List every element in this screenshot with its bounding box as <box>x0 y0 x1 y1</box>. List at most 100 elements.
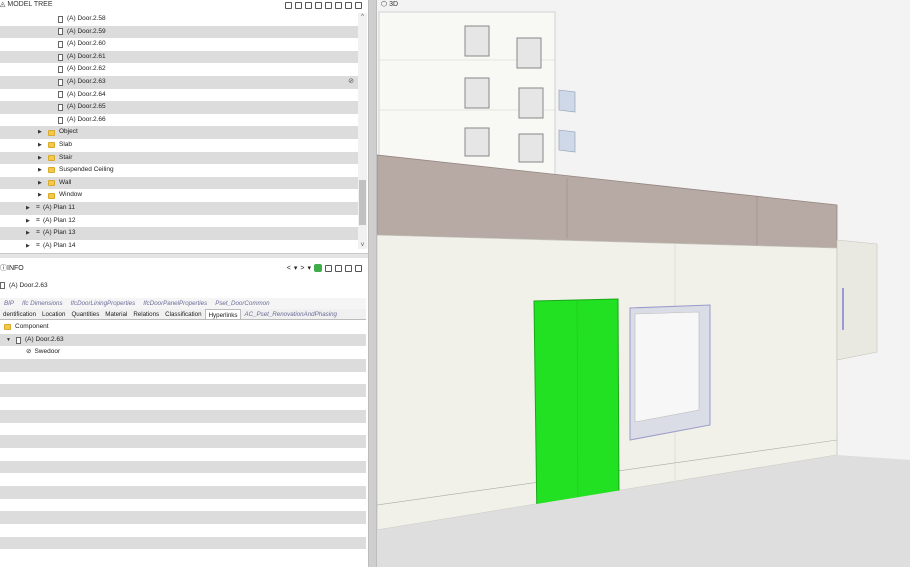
tree-item-label: (A) Door.2.64 <box>67 90 106 98</box>
tree-item[interactable]: ▶ Stair <box>0 151 358 165</box>
property-tab[interactable]: AC_Pset_RenovationAndPhasing <box>241 309 340 319</box>
info-row <box>0 460 366 474</box>
property-tab[interactable]: Hyperlinks <box>204 309 242 319</box>
tree-item-label: (A) Door.2.63 <box>67 77 106 85</box>
info-row-label: (A) Door.2.63 <box>25 335 64 343</box>
door-icon <box>58 53 63 61</box>
property-tab[interactable]: Pset_DoorCommon <box>211 298 273 309</box>
door-icon <box>58 28 63 36</box>
tree-item[interactable]: (A) Door.2.61 <box>0 50 358 64</box>
back-arrow-icon[interactable]: < <box>287 265 291 272</box>
highlight-icon[interactable] <box>314 264 322 272</box>
expand-arrow-icon[interactable]: ▶ <box>26 240 34 249</box>
info-save-icon[interactable] <box>325 264 332 272</box>
tree-item[interactable]: (A) Door.2.66 <box>0 114 358 127</box>
tree-item[interactable]: ▶ ⌗ (A) Plan 12 <box>0 215 358 228</box>
info-window-icon[interactable] <box>355 264 362 272</box>
tree-item-label: Suspended Ceiling <box>59 166 114 174</box>
door-icon <box>0 281 5 289</box>
tree-item-label: (A) Plan 14 <box>42 241 76 249</box>
3d-scene[interactable] <box>377 0 910 567</box>
door-icon <box>58 40 63 48</box>
property-tab[interactable]: BIP <box>0 298 18 309</box>
tree-item[interactable]: ▶ Object <box>0 126 358 139</box>
tree-layers-icon[interactable] <box>305 1 312 9</box>
info-row <box>0 359 366 372</box>
tree-item[interactable]: ▶ ⌗ (A) Plan 11 <box>0 201 358 215</box>
forward-arrow-icon[interactable]: > <box>300 265 304 272</box>
viewport-title: 3D <box>389 1 399 8</box>
expand-arrow-icon[interactable]: ▶ <box>38 139 46 152</box>
expand-arrow-icon[interactable]: ▶ <box>26 215 34 228</box>
tower-window <box>518 87 544 119</box>
tree-delete2-icon[interactable] <box>335 1 342 9</box>
info-minus-icon[interactable] <box>335 264 342 272</box>
info-row[interactable]: ⊘ Swedoor <box>0 346 366 359</box>
expand-arrow-icon[interactable]: ▶ <box>38 189 46 202</box>
property-tab[interactable]: Quantities <box>68 309 102 319</box>
tree-item[interactable]: (A) Door.2.63 ⊘ <box>0 75 358 89</box>
tree-item[interactable]: (A) Door.2.65 <box>0 101 358 114</box>
tree-panel-icon: ◬ <box>0 1 6 8</box>
tree-item[interactable]: ▶ Window <box>0 189 358 202</box>
scrollbar-thumb[interactable] <box>359 180 366 225</box>
tree-link-icon[interactable] <box>315 1 322 9</box>
tree-item-label: (A) Plan 13 <box>42 229 76 237</box>
tree-item[interactable]: ▶ Wall <box>0 176 358 190</box>
tree-sort-icon[interactable] <box>295 1 302 9</box>
panel-divider[interactable] <box>0 253 368 258</box>
dropdown-arrow-icon-2[interactable]: ▾ <box>307 264 311 272</box>
door-icon <box>58 66 63 74</box>
expand-arrow-icon[interactable]: ▶ <box>38 152 46 165</box>
tree-filter-icon[interactable] <box>285 1 292 9</box>
info-row[interactable]: Component <box>0 321 366 334</box>
tree-delete-icon[interactable] <box>325 1 332 9</box>
expand-arrow-icon[interactable]: ▶ <box>38 126 46 139</box>
tree-item[interactable]: (A) Door.2.60 <box>0 38 358 51</box>
info-list: Component ▼ (A) Door.2.63 ⊘ Swedoor <box>0 321 366 561</box>
info-row <box>0 549 366 561</box>
balcony <box>558 89 576 113</box>
tree-item-label: Stair <box>59 153 73 161</box>
property-tab[interactable]: Classification <box>162 309 204 319</box>
property-tab[interactable]: Material <box>102 309 130 319</box>
info-row[interactable]: ▼ (A) Door.2.63 <box>0 333 366 347</box>
expand-arrow-icon[interactable]: ▶ <box>26 227 34 240</box>
info-copy-icon[interactable] <box>345 264 352 272</box>
tree-item[interactable]: (A) Door.2.62 <box>0 63 358 76</box>
tower-window <box>464 25 490 57</box>
tree-item-label: Window <box>59 191 83 199</box>
tree-item[interactable]: ▶ ⌗ (A) Plan 14 <box>0 240 358 249</box>
tower-window <box>516 37 542 69</box>
property-tab[interactable]: IfcDoorPanelProperties <box>139 298 211 309</box>
tree-item[interactable]: ▶ Suspended Ceiling <box>0 164 358 177</box>
property-tab[interactable]: dentification <box>0 309 39 319</box>
tree-delete3-icon[interactable] <box>345 1 352 9</box>
property-tab[interactable]: Location <box>39 309 68 319</box>
model-tree-scrollbar[interactable]: ^ v <box>358 13 367 249</box>
viewport-3d[interactable]: ⬡ 3D <box>377 0 910 567</box>
cube-icon: ⬡ <box>381 1 388 8</box>
tree-item[interactable]: (A) Door.2.59 <box>0 25 358 39</box>
tree-window-icon[interactable] <box>355 1 362 9</box>
property-tab[interactable]: Ifc Dimensions <box>18 298 67 309</box>
scroll-up-icon[interactable]: ^ <box>359 13 366 21</box>
scroll-down-icon[interactable]: v <box>359 241 366 249</box>
property-tab[interactable]: Relations <box>130 309 162 319</box>
tree-item[interactable]: (A) Door.2.64 <box>0 89 358 102</box>
expand-arrow-icon[interactable]: ▶ <box>38 177 46 190</box>
expand-arrow-icon[interactable]: ▶ <box>38 164 46 177</box>
tree-item[interactable]: (A) Door.2.58 <box>0 13 358 26</box>
tree-item-label: Wall <box>59 178 72 186</box>
panel-splitter[interactable] <box>368 0 377 567</box>
property-tab[interactable]: IfcDoorLiningProperties <box>67 298 140 309</box>
collapse-arrow-icon[interactable]: ▼ <box>6 334 14 347</box>
tree-item[interactable]: ▶ Slab <box>0 139 358 152</box>
plan-icon: ⌗ <box>36 241 40 249</box>
dropdown-arrow-icon[interactable]: ▾ <box>294 264 298 272</box>
expand-arrow-icon[interactable]: ▶ <box>26 202 34 215</box>
door-icon <box>16 336 21 344</box>
tree-item-label: (A) Door.2.58 <box>67 15 106 22</box>
tree-item[interactable]: ▶ ⌗ (A) Plan 13 <box>0 227 358 240</box>
info-row <box>0 448 366 461</box>
